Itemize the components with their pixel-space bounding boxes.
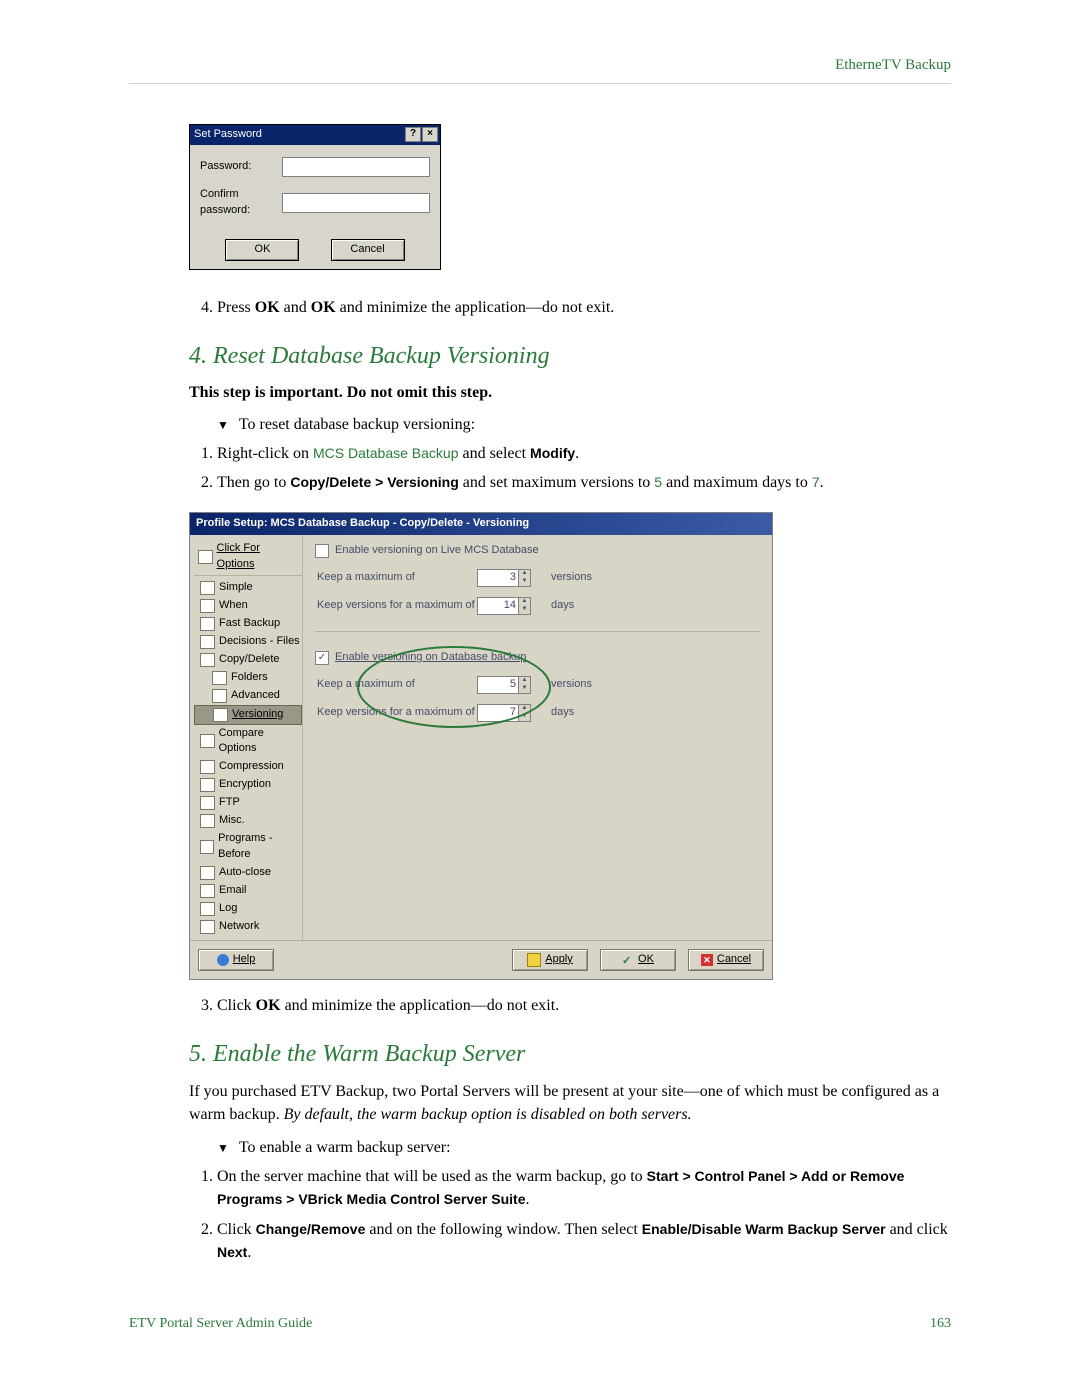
- list-item: Right-click on MCS Database Backup and s…: [217, 442, 951, 465]
- label: Keep versions for a maximum of: [317, 705, 477, 721]
- footer-page: 163: [930, 1314, 951, 1334]
- list-item: Then go to Copy/Delete > Versioning and …: [217, 471, 951, 494]
- click-for-options[interactable]: Click For Options: [194, 539, 302, 576]
- section-heading: 5. Enable the Warm Backup Server: [189, 1037, 951, 1072]
- sidebar-item-compare-options[interactable]: Compare Options: [194, 725, 302, 759]
- backup-max-versions-stepper[interactable]: 5 ▲▼: [477, 676, 531, 694]
- divider: [315, 631, 760, 632]
- sidebar-item-misc-[interactable]: Misc.: [194, 812, 302, 830]
- folder-icon: [212, 671, 227, 685]
- password-input[interactable]: [282, 157, 430, 177]
- close-icon: ✕: [701, 954, 713, 966]
- wand-icon: [198, 550, 213, 564]
- sidebar-item-auto-close[interactable]: Auto-close: [194, 864, 302, 882]
- sidebar-item-folders[interactable]: Folders: [194, 669, 302, 687]
- confirm-password-label: Confirm password:: [200, 187, 282, 219]
- sidebar-item-copy-delete[interactable]: Copy/Delete: [194, 651, 302, 669]
- label: Keep a maximum of: [317, 570, 477, 586]
- enable-live-checkbox[interactable]: [315, 544, 329, 558]
- list-item: Press OK and OK and minimize the applica…: [217, 296, 951, 319]
- max-versions-stepper[interactable]: 3 ▲▼: [477, 569, 531, 587]
- folder-icon: [212, 689, 227, 703]
- folder-icon: [213, 708, 228, 722]
- enable-live-label: Enable versioning on Live MCS Database: [335, 543, 539, 559]
- help-icon[interactable]: ?: [405, 127, 421, 142]
- footer-guide: ETV Portal Server Admin Guide: [129, 1314, 312, 1334]
- folder-icon: [200, 902, 215, 916]
- folder-icon: [200, 635, 215, 649]
- backup-max-days-stepper[interactable]: 7 ▲▼: [477, 704, 531, 722]
- profile-main-panel: Enable versioning on Live MCS Database K…: [302, 535, 772, 940]
- folder-icon: [200, 760, 215, 774]
- folder-icon: [200, 599, 215, 613]
- set-password-dialog: Set Password ? × Password: Confirm passw…: [189, 124, 441, 270]
- sidebar-item-when[interactable]: When: [194, 597, 302, 615]
- intro-line: To reset database backup versioning:: [217, 413, 951, 436]
- enable-backup-checkbox[interactable]: ✓: [315, 651, 329, 665]
- sidebar-item-compression[interactable]: Compression: [194, 758, 302, 776]
- section-heading: 4. Reset Database Backup Versioning: [189, 339, 951, 374]
- folder-icon: [200, 814, 215, 828]
- list-item: Click OK and minimize the application—do…: [217, 994, 951, 1017]
- profile-titlebar: Profile Setup: MCS Database Backup - Cop…: [190, 513, 772, 535]
- dialog-title: Set Password: [194, 127, 262, 143]
- folder-icon: [200, 778, 215, 792]
- intro-line: To enable a warm backup server:: [217, 1136, 951, 1159]
- folder-icon: [200, 840, 214, 854]
- cancel-button[interactable]: ✕ Cancel: [688, 949, 764, 971]
- profile-setup-dialog: Profile Setup: MCS Database Backup - Cop…: [189, 512, 773, 980]
- page-header: EtherneTV Backup: [129, 55, 951, 84]
- apply-button[interactable]: Apply: [512, 949, 588, 971]
- label: Keep a maximum of: [317, 677, 477, 693]
- subheading: This step is important. Do not omit this…: [189, 381, 951, 404]
- sidebar-item-log[interactable]: Log: [194, 900, 302, 918]
- folder-icon: [200, 653, 215, 667]
- folder-icon: [200, 796, 215, 810]
- close-icon[interactable]: ×: [422, 127, 438, 142]
- sidebar-item-email[interactable]: Email: [194, 882, 302, 900]
- list-item: Click Change/Remove and on the following…: [217, 1218, 951, 1264]
- password-label: Password:: [200, 159, 282, 175]
- check-icon: ✓: [622, 954, 634, 966]
- dialog-titlebar: Set Password ? ×: [190, 125, 440, 145]
- folder-icon: [200, 581, 215, 595]
- confirm-password-input[interactable]: [282, 193, 430, 213]
- ok-button[interactable]: OK: [225, 239, 299, 261]
- ok-button[interactable]: ✓ OK: [600, 949, 676, 971]
- enable-backup-label: Enable versioning on Database backup: [335, 650, 526, 666]
- profile-sidebar: Click For Options SimpleWhenFast BackupD…: [190, 535, 302, 940]
- sidebar-item-versioning[interactable]: Versioning: [194, 705, 302, 725]
- label: Keep versions for a maximum of: [317, 598, 477, 614]
- save-icon: [527, 953, 541, 967]
- folder-icon: [200, 734, 215, 748]
- sidebar-item-fast-backup[interactable]: Fast Backup: [194, 615, 302, 633]
- help-button[interactable]: Help: [198, 949, 274, 971]
- paragraph: If you purchased ETV Backup, two Portal …: [189, 1080, 951, 1126]
- sidebar-item-encryption[interactable]: Encryption: [194, 776, 302, 794]
- sidebar-item-ftp[interactable]: FTP: [194, 794, 302, 812]
- sidebar-item-decisions-files[interactable]: Decisions - Files: [194, 633, 302, 651]
- sidebar-item-network[interactable]: Network: [194, 918, 302, 936]
- sidebar-item-advanced[interactable]: Advanced: [194, 687, 302, 705]
- list-item: On the server machine that will be used …: [217, 1165, 951, 1211]
- help-icon: [217, 954, 229, 966]
- folder-icon: [200, 866, 215, 880]
- sidebar-item-simple[interactable]: Simple: [194, 579, 302, 597]
- sidebar-item-programs-before[interactable]: Programs - Before: [194, 830, 302, 864]
- folder-icon: [200, 920, 215, 934]
- folder-icon: [200, 884, 215, 898]
- cancel-button[interactable]: Cancel: [331, 239, 405, 261]
- folder-icon: [200, 617, 215, 631]
- max-days-stepper[interactable]: 14 ▲▼: [477, 597, 531, 615]
